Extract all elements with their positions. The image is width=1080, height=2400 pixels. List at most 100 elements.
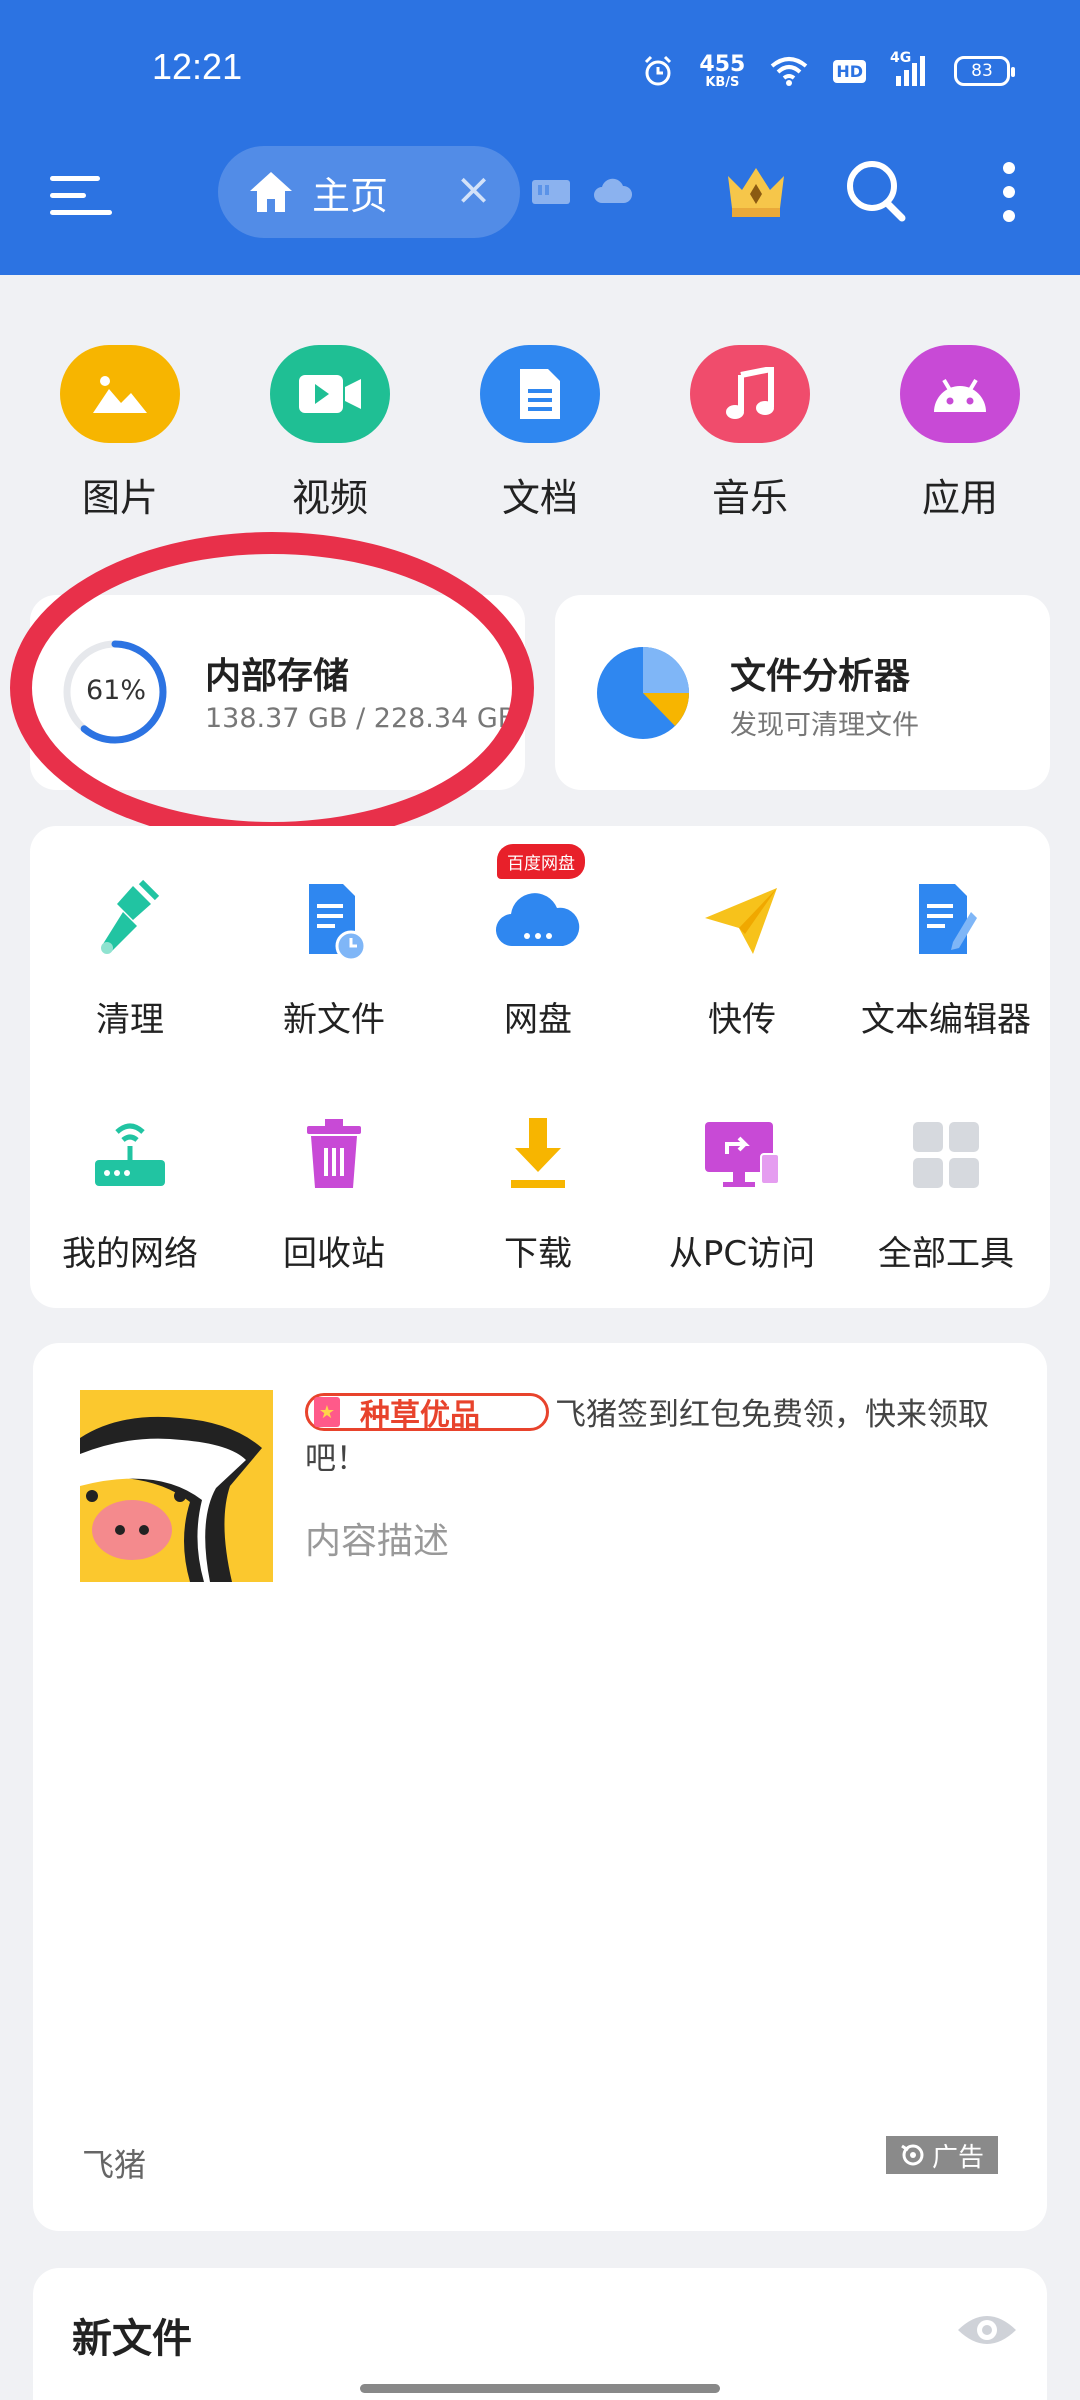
ad-label[interactable]: 广告 — [886, 2136, 998, 2174]
category-row: 图片 视频 文档 音乐 应用 — [0, 345, 1080, 530]
document-icon — [520, 369, 560, 419]
pc-access-icon — [705, 1122, 780, 1187]
tool-clean[interactable]: 清理 — [30, 876, 230, 1041]
alarm-icon — [645, 55, 672, 86]
tool-recycle-bin[interactable]: 回收站 — [234, 1110, 434, 1275]
tool-new-files[interactable]: 新文件 — [234, 876, 434, 1041]
baidu-drive-badge: 百度网盘 — [497, 844, 585, 879]
grid-icon — [913, 1122, 979, 1188]
tab-home-label: 主页 — [312, 173, 389, 218]
hd-badge: HD — [833, 59, 866, 83]
vip-crown-icon[interactable] — [724, 162, 788, 220]
net-speed-unit: KB/S — [705, 74, 740, 90]
music-icon — [726, 367, 774, 419]
tool-my-network-icon-wrap — [85, 1110, 175, 1200]
net-speed-value: 455 — [699, 51, 746, 77]
tool-pc-access-icon-wrap — [697, 1110, 787, 1200]
category-images[interactable]: 图片 — [45, 345, 195, 522]
status-bar: 12:21 455 KB/S HD 4G 83 — [0, 0, 1080, 140]
category-apps-label: 应用 — [921, 476, 998, 520]
category-documents-circle — [480, 345, 600, 443]
analyzer-subtitle: 发现可清理文件 — [730, 710, 919, 741]
annotation-circle — [10, 532, 534, 844]
tool-download-icon-wrap — [493, 1110, 583, 1200]
menu-line — [50, 176, 100, 181]
menu-button[interactable] — [50, 168, 116, 224]
tool-all-tools[interactable]: 全部工具 — [846, 1110, 1046, 1275]
category-images-label: 图片 — [81, 476, 158, 520]
tab-home[interactable]: 主页 × — [218, 146, 520, 238]
star-icon: ★ — [314, 1397, 340, 1427]
tool-cloud-drive[interactable]: 网盘 — [438, 876, 638, 1041]
cloud-tab-icon[interactable] — [592, 176, 632, 206]
brush-icon — [101, 879, 160, 954]
status-time: 12:21 — [152, 46, 243, 87]
tools-card: 清理 新文件 网盘 百度网盘 快传 文本编辑器 我的网络 回收站 下载 从PC访… — [30, 826, 1050, 1308]
paper-plane-icon — [705, 888, 777, 954]
category-videos-circle — [270, 345, 390, 443]
android-icon — [934, 378, 986, 412]
signal-indicator: 4G — [890, 50, 930, 88]
category-documents[interactable]: 文档 — [465, 345, 615, 522]
ad-pig-logo — [80, 1390, 273, 1582]
cloud-drive-icon — [495, 893, 580, 947]
tool-quick-transfer-label: 快传 — [708, 1000, 776, 1040]
ad-description: 内容描述 — [305, 1521, 450, 1562]
tool-pc-access-label: 从PC访问 — [668, 1234, 816, 1274]
category-apps[interactable]: 应用 — [885, 345, 1035, 522]
tool-new-files-label: 新文件 — [283, 1000, 385, 1040]
top-toolbar: 主页 × — [0, 140, 1080, 275]
home-icon — [250, 172, 292, 212]
category-documents-label: 文档 — [501, 476, 578, 520]
new-files-title: 新文件 — [72, 2316, 192, 2362]
search-icon[interactable] — [844, 158, 908, 224]
video-icon — [299, 375, 361, 413]
home-indicator[interactable] — [360, 2384, 720, 2393]
net-speed: 455 KB/S — [699, 51, 746, 90]
wifi-icon — [771, 57, 808, 86]
category-videos-label: 视频 — [291, 476, 368, 520]
tool-clean-icon-wrap — [85, 876, 175, 966]
category-images-circle — [60, 345, 180, 443]
analyzer-title: 文件分析器 — [730, 656, 911, 697]
router-icon — [95, 1123, 165, 1186]
category-videos[interactable]: 视频 — [255, 345, 405, 522]
category-music-label: 音乐 — [711, 476, 788, 520]
battery-level: 83 — [971, 61, 993, 81]
sd-card-icon[interactable] — [530, 176, 572, 206]
tool-recycle-bin-icon-wrap — [289, 1110, 379, 1200]
eye-icon[interactable] — [956, 2310, 1018, 2350]
new-file-icon — [309, 884, 367, 962]
ad-label-text: 广告 — [931, 2142, 984, 2173]
category-apps-circle — [900, 345, 1020, 443]
ad-tag: ★ 种草优品 — [305, 1393, 549, 1433]
tool-quick-transfer[interactable]: 快传 — [642, 876, 842, 1041]
tool-cloud-drive-label: 网盘 — [504, 1000, 572, 1040]
tool-download[interactable]: 下载 — [438, 1110, 638, 1275]
signal-icon — [896, 56, 925, 86]
tool-text-editor-icon-wrap — [901, 876, 991, 966]
tool-pc-access[interactable]: 从PC访问 — [642, 1110, 842, 1275]
tool-all-tools-icon-wrap — [901, 1110, 991, 1200]
tool-all-tools-label: 全部工具 — [878, 1234, 1014, 1274]
tool-text-editor[interactable]: 文本编辑器 — [846, 876, 1046, 1041]
tool-my-network[interactable]: 我的网络 — [30, 1110, 230, 1275]
tool-new-files-icon-wrap — [289, 876, 379, 966]
tool-text-editor-label: 文本编辑器 — [861, 1000, 1031, 1040]
tool-my-network-label: 我的网络 — [62, 1234, 198, 1274]
category-music-circle — [690, 345, 810, 443]
status-icons: 455 KB/S HD 4G 83 — [641, 46, 1015, 96]
ad-tag-label: 种草优品 — [360, 1398, 480, 1433]
more-options-icon[interactable] — [998, 160, 1020, 224]
battery-indicator: 83 — [954, 56, 1015, 86]
tool-cloud-drive-icon-wrap — [493, 876, 583, 966]
trash-icon — [307, 1119, 361, 1188]
image-icon — [93, 376, 147, 413]
close-tab-button[interactable]: × — [455, 168, 492, 212]
tool-clean-label: 清理 — [96, 1000, 164, 1040]
category-music[interactable]: 音乐 — [675, 345, 825, 522]
ad-brand: 飞猪 — [82, 2146, 147, 2184]
tool-recycle-bin-label: 回收站 — [283, 1234, 385, 1274]
menu-line — [50, 193, 86, 198]
file-analyzer-card[interactable]: 文件分析器 发现可清理文件 — [555, 595, 1050, 790]
